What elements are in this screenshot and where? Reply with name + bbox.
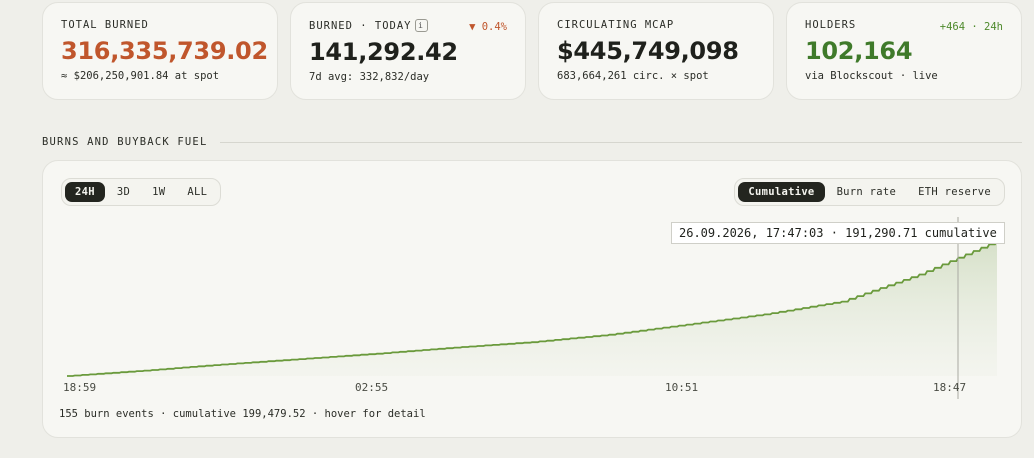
stat-subtext: ≈ $206,250,901.84 at spot <box>61 70 220 82</box>
info-icon[interactable]: i <box>414 19 428 32</box>
x-tick-label: 10:51 <box>665 381 699 394</box>
stat-card-total-burned: TOTAL BURNED 316,335,739.02 ≈ $206,250,901… <box>42 2 278 100</box>
chart-panel: 24H 3D 1W ALL Cumulative Burn rate ETH reserv… <box>42 160 1022 438</box>
chart-footer-note: 155 burn events · cumulative 199,479.52 … <box>59 408 426 420</box>
stat-value: 141,292.42 <box>309 38 458 66</box>
stat-delta: +464 · 24h <box>939 21 1003 33</box>
stat-delta: ▼ 0.4% <box>469 21 507 33</box>
stat-value: 316,335,739.02 <box>61 37 268 65</box>
cumulative-area <box>67 241 997 376</box>
section-divider <box>220 142 1022 143</box>
stat-subtext: via Blockscout · live <box>805 70 938 82</box>
x-tick-label: 02:55 <box>355 381 389 394</box>
stat-label-text: CIRCULATING MCAP <box>557 19 675 31</box>
stat-subtext: 7d avg: 332,832/day <box>309 71 430 83</box>
stat-label-text: BURNED · TODAY <box>309 20 412 32</box>
stat-value: $445,749,098 <box>557 37 739 65</box>
burn-chart[interactable] <box>43 161 1023 439</box>
x-tick-label: 18:59 <box>63 381 97 394</box>
chart-tooltip: 26.09.2026, 17:47:03 · 191,290.71 cumula… <box>671 222 1005 244</box>
stat-value: 102,164 <box>805 37 913 65</box>
x-tick-label: 18:47 <box>933 381 967 394</box>
stat-subtext: 683,664,261 circ. × spot <box>557 70 709 82</box>
section-title: BURNS AND BUYBACK FUEL <box>42 136 208 148</box>
stat-card-burned-today: BURNED · TODAY i ▼ 0.4% 141,292.42 7d avg: 3… <box>290 2 526 100</box>
stat-label: TOTAL BURNED <box>61 19 259 31</box>
stat-label-text: HOLDERS <box>805 19 857 31</box>
stat-label: CIRCULATING MCAP <box>557 19 755 31</box>
stat-card-circulating-mcap: CIRCULATING MCAP $445,749,098 683,664,261 … <box>538 2 774 100</box>
stat-card-holders: HOLDERS +464 · 24h 102,164 via Blockscout ·… <box>786 2 1022 100</box>
stat-label-text: TOTAL BURNED <box>61 19 149 31</box>
